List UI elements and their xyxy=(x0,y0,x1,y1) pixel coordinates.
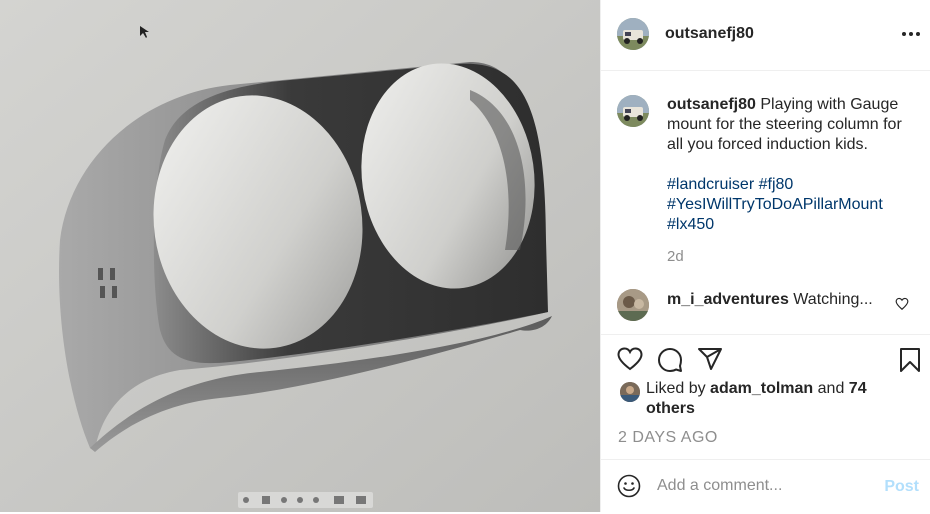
caption: outsanefj80 Playing with Gauge mount for… xyxy=(667,95,917,155)
more-options-icon[interactable] xyxy=(901,24,921,44)
heart-icon[interactable] xyxy=(617,347,643,376)
liker-username[interactable]: adam_tolman xyxy=(710,380,813,397)
comment-like-icon[interactable] xyxy=(895,297,909,316)
emoji-icon[interactable] xyxy=(617,474,641,503)
commenter-username[interactable]: m_i_adventures xyxy=(667,291,789,308)
comments-section: outsanefj80 Playing with Gauge mount for… xyxy=(601,71,930,333)
commenter-avatar[interactable] xyxy=(617,289,649,321)
post-date[interactable]: 2 DAYS AGO xyxy=(618,429,718,447)
comment-text: m_i_adventures Watching... xyxy=(667,291,877,309)
author-avatar[interactable] xyxy=(617,18,649,50)
author-username[interactable]: outsanefj80 xyxy=(665,25,754,43)
liker-avatar[interactable] xyxy=(620,382,640,402)
post-side-panel: outsanefj80 outsanefj80 Playing with Gau… xyxy=(600,0,930,512)
comment-icon[interactable] xyxy=(657,347,683,378)
hashtag-link[interactable]: #lx450 xyxy=(667,215,927,235)
comment-input[interactable] xyxy=(657,474,857,498)
add-comment-bar: Post xyxy=(601,459,930,514)
likes-prefix: Liked by xyxy=(646,380,706,397)
bookmark-icon[interactable] xyxy=(899,347,921,378)
hashtag-list: #landcruiser #fj80 #YesIWillTryToDoAPill… xyxy=(667,175,927,235)
likes-joiner: and xyxy=(817,380,845,397)
post-actions: Liked by adam_tolman and 74 others 2 DAY… xyxy=(601,334,930,513)
send-icon[interactable] xyxy=(697,347,723,376)
caption-username[interactable]: outsanefj80 xyxy=(667,96,756,113)
post-image[interactable] xyxy=(0,0,600,512)
gauge-mount-render xyxy=(0,0,600,512)
post-header: outsanefj80 xyxy=(601,0,930,71)
comment-body: Watching... xyxy=(793,291,873,308)
hashtag-link[interactable]: #landcruiser xyxy=(667,176,754,193)
caption-avatar[interactable] xyxy=(617,95,649,127)
hashtag-link[interactable]: #fj80 xyxy=(759,176,794,193)
hashtag-link[interactable]: #YesIWillTryToDoAPillarMount xyxy=(667,195,927,215)
post-comment-button[interactable]: Post xyxy=(884,478,919,496)
caption-timestamp[interactable]: 2d xyxy=(667,248,684,265)
